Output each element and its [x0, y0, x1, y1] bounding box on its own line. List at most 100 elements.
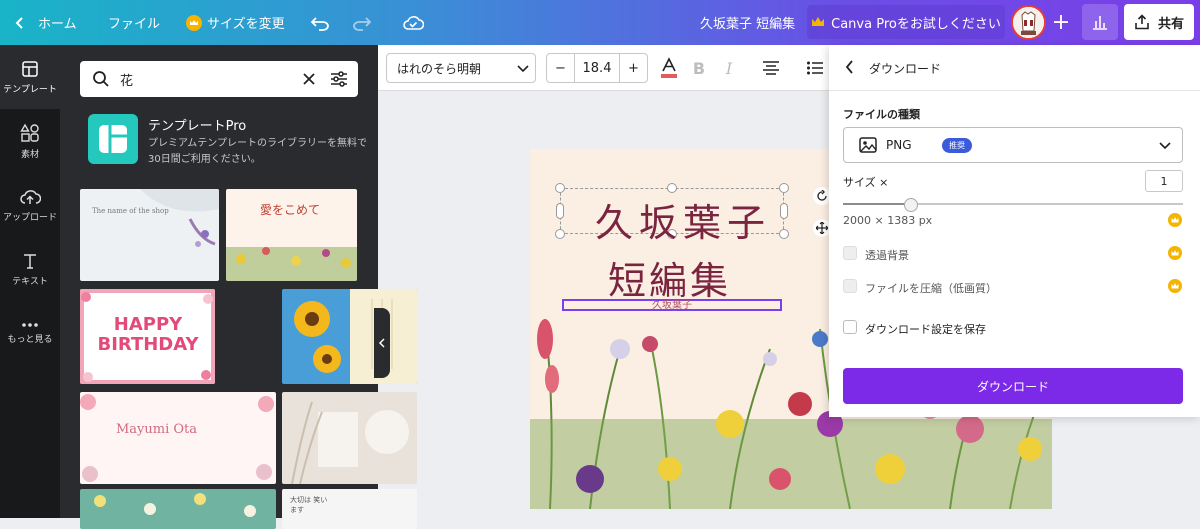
download-button[interactable]: ダウンロード	[843, 368, 1183, 404]
text-color-button[interactable]	[656, 55, 682, 81]
size-slider-track[interactable]	[843, 203, 1183, 205]
list-button[interactable]	[802, 55, 828, 81]
resize-handle[interactable]	[780, 203, 788, 219]
template-thumbnail[interactable]	[80, 489, 276, 529]
add-member-button[interactable]: +	[1046, 7, 1076, 37]
rotate-icon	[817, 190, 827, 201]
download-panel-title: ダウンロード	[869, 62, 942, 76]
home-button[interactable]: ホーム	[14, 0, 77, 45]
sidebar-item-templates[interactable]: テンプレート	[0, 45, 60, 109]
redo-icon	[353, 16, 372, 31]
align-button[interactable]	[758, 55, 784, 81]
italic-icon: I	[725, 58, 733, 78]
clear-search-icon[interactable]	[302, 72, 316, 86]
resize-handle[interactable]	[779, 183, 789, 193]
leaf-shadow-icon	[140, 189, 219, 247]
back-chevron-icon[interactable]	[845, 60, 855, 74]
elements-icon	[20, 123, 39, 142]
file-type-value: PNG	[886, 138, 912, 152]
size-slider-knob[interactable]	[904, 198, 918, 212]
template-thumbnail[interactable]: The name of the shop	[80, 189, 219, 281]
file-menu[interactable]: ファイル	[108, 0, 160, 45]
file-type-select[interactable]: PNG 推奨	[843, 127, 1183, 163]
crown-icon	[1168, 246, 1182, 260]
crown-icon	[812, 17, 825, 26]
flower-border-icon	[226, 247, 357, 281]
insights-button[interactable]	[1082, 4, 1118, 40]
resize-button[interactable]: サイズを変更	[186, 0, 285, 45]
crown-icon	[1168, 279, 1182, 293]
undo-button[interactable]	[310, 0, 330, 45]
avatar[interactable]	[1011, 5, 1046, 40]
move-icon	[816, 222, 828, 234]
font-size-input[interactable]: 18.4	[575, 54, 619, 82]
sidebar-item-upload[interactable]: アップロード	[0, 173, 60, 237]
share-button[interactable]: 共有	[1124, 4, 1194, 40]
collapse-panel-button[interactable]	[374, 308, 390, 378]
image-icon	[859, 137, 877, 153]
sidebar-item-more[interactable]: もっと見る	[0, 301, 60, 365]
chevron-down-icon	[517, 65, 529, 73]
template-thumbnail[interactable]	[282, 392, 417, 484]
try-pro-button[interactable]: Canva Proをお試しください	[807, 5, 1005, 39]
floral-wreath-icon	[80, 394, 274, 482]
size-label: サイズ ×	[843, 176, 889, 189]
dimensions-text: 2000 × 1383 px	[843, 214, 933, 227]
redo-button[interactable]	[352, 0, 372, 45]
thumbnail-text: Mayumi Ota	[116, 422, 198, 437]
design-title-text[interactable]: 久坂葉子	[595, 192, 771, 247]
bold-icon: B	[692, 58, 706, 78]
upload-icon	[20, 189, 41, 204]
align-center-icon	[763, 61, 779, 75]
size-slider-fill	[843, 203, 911, 205]
template-thumbnail[interactable]: Mayumi Ota	[80, 392, 276, 484]
template-thumbnail[interactable]: 大切は 笑います	[282, 489, 417, 529]
size-multiplier-input[interactable]: 1	[1145, 170, 1183, 192]
bar-chart-icon	[1093, 16, 1107, 30]
share-upload-icon	[1135, 14, 1149, 30]
design-subtitle-text[interactable]: 短編集	[608, 250, 731, 305]
design-author-text[interactable]: 久坂葉子	[562, 299, 782, 311]
font-size-decrease-button[interactable]: −	[547, 54, 575, 82]
resize-handle[interactable]	[779, 229, 789, 239]
compress-file-checkbox[interactable]	[843, 279, 857, 293]
cloud-check-icon	[403, 15, 424, 30]
sidebar-item-text[interactable]: テキスト	[0, 237, 60, 301]
plus-icon: +	[1051, 9, 1071, 35]
template-icon	[22, 60, 38, 77]
share-label: 共有	[1157, 16, 1184, 32]
font-size-stepper[interactable]: − 18.4 +	[546, 53, 648, 83]
sidebar-item-label: テキスト	[12, 276, 48, 287]
filter-icon[interactable]	[330, 70, 348, 88]
document-title[interactable]: 久坂葉子 短編集	[700, 0, 795, 45]
italic-button[interactable]: I	[716, 55, 742, 81]
compress-file-label: ファイルを圧縮（低画質）	[865, 282, 997, 295]
template-panel: 花 テンプレートPro プレミアムテンプレートのライブラリーを無料で30日間ご利…	[60, 45, 417, 529]
search-icon	[93, 71, 109, 87]
font-size-increase-button[interactable]: +	[619, 54, 647, 82]
bold-button[interactable]: B	[686, 55, 712, 81]
chevron-left-icon	[15, 16, 23, 29]
resize-handle[interactable]	[555, 183, 565, 193]
template-thumbnail[interactable]: HAPPY BIRTHDAY	[80, 289, 215, 384]
template-thumbnail[interactable]: 愛をこめて	[226, 189, 357, 281]
save-settings-checkbox[interactable]	[843, 320, 857, 334]
try-pro-label: Canva Proをお試しください	[831, 16, 1001, 32]
template-thumbnail[interactable]	[282, 289, 417, 384]
text-color-icon	[661, 57, 677, 78]
template-pro-promo[interactable]: テンプレートPro プレミアムテンプレートのライブラリーを無料で30日間ご利用く…	[85, 111, 375, 171]
sidebar-item-elements[interactable]: 素材	[0, 109, 60, 173]
list-icon	[807, 61, 823, 75]
template-pro-icon	[99, 125, 127, 153]
save-status[interactable]	[402, 0, 424, 45]
resize-handle[interactable]	[555, 229, 565, 239]
thumbnail-text: 大切は 笑います	[290, 496, 328, 514]
search-input[interactable]: 花	[120, 70, 133, 89]
transparent-background-checkbox[interactable]	[843, 246, 857, 260]
font-family-select[interactable]: はれのそら明朝	[386, 53, 536, 83]
text-icon	[24, 253, 36, 269]
resize-handle[interactable]	[556, 203, 564, 219]
template-pro-description: プレミアムテンプレートのライブラリーを無料で30日間ご利用ください。	[148, 138, 367, 165]
home-label: ホーム	[38, 17, 77, 32]
search-box[interactable]: 花	[80, 61, 358, 97]
